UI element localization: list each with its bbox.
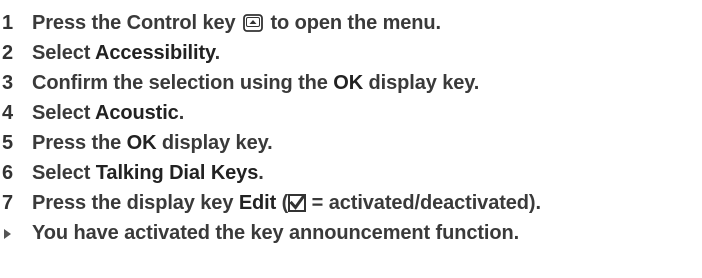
step-number: 6	[2, 162, 14, 184]
step-text-pre: Press the display key	[32, 192, 239, 214]
menu-item-name: Acoustic	[95, 102, 179, 124]
step-text-pre: Select	[32, 162, 96, 184]
result-text: You have activated the key announcement …	[32, 222, 520, 244]
step-1: 1 Press the Control key to open the menu…	[0, 8, 700, 38]
step-2: 2 Select Accessibility.	[0, 38, 700, 68]
display-key-name: Edit	[238, 192, 277, 214]
step-text-post: to open the menu.	[270, 12, 441, 34]
step-number: 4	[2, 102, 14, 124]
step-text-pre: Press the Control key	[32, 12, 236, 34]
step-text-post: .	[258, 162, 264, 184]
menu-item-name: Accessibility	[95, 42, 215, 64]
triangle-right-icon	[4, 229, 11, 239]
instruction-steps: 1 Press the Control key to open the menu…	[0, 8, 700, 248]
document-page: ... 1 Press the Control key to open the …	[0, 0, 702, 278]
control-key-icon	[243, 14, 263, 32]
heading-fragment: ...	[0, 0, 18, 8]
step-text: Confirm the selection using the OK displ…	[32, 68, 479, 98]
step-text-post: display key.	[363, 72, 480, 94]
step-4: 4 Select Acoustic.	[0, 98, 700, 128]
step-number: 7	[2, 192, 14, 214]
step-text-pre: Confirm the selection using the	[32, 72, 334, 94]
step-text-pre: Select	[32, 42, 96, 64]
display-key-name: OK	[333, 72, 364, 94]
step-text-pre: Select	[32, 102, 96, 124]
step-text-post: = activated/deactivated).	[306, 192, 541, 214]
step-3: 3 Confirm the selection using the OK dis…	[0, 68, 700, 98]
step-text: Press the display key Edit ( = activated…	[32, 188, 541, 218]
step-text-post: .	[214, 42, 221, 64]
step-text-pre: Press the	[32, 132, 127, 154]
menu-item-name: Talking Dial Keys	[95, 162, 259, 184]
step-text-paren: (	[276, 192, 289, 214]
step-5: 5 Press the OK display key.	[0, 128, 700, 158]
cut-off-heading: ...	[0, 0, 18, 7]
step-text-post: .	[178, 102, 185, 124]
step-number: 2	[2, 42, 14, 64]
step-text: Select Acoustic.	[32, 98, 184, 128]
display-key-name: OK	[126, 132, 157, 154]
step-text: Select Talking Dial Keys.	[32, 158, 264, 188]
step-text-post: display key.	[156, 132, 273, 154]
step-number: 5	[2, 132, 14, 154]
step-text: Select Accessibility.	[32, 38, 220, 68]
step-text: Press the Control key to open the menu.	[32, 8, 441, 38]
checkbox-checked-icon	[288, 194, 307, 212]
step-text: Press the OK display key.	[32, 128, 273, 158]
step-7: 7 Press the display key Edit ( = activat…	[0, 188, 700, 218]
step-6: 6 Select Talking Dial Keys.	[0, 158, 700, 188]
step-number: 3	[2, 72, 14, 94]
result-line: You have activated the key announcement …	[0, 218, 700, 248]
step-number: 1	[2, 12, 14, 34]
